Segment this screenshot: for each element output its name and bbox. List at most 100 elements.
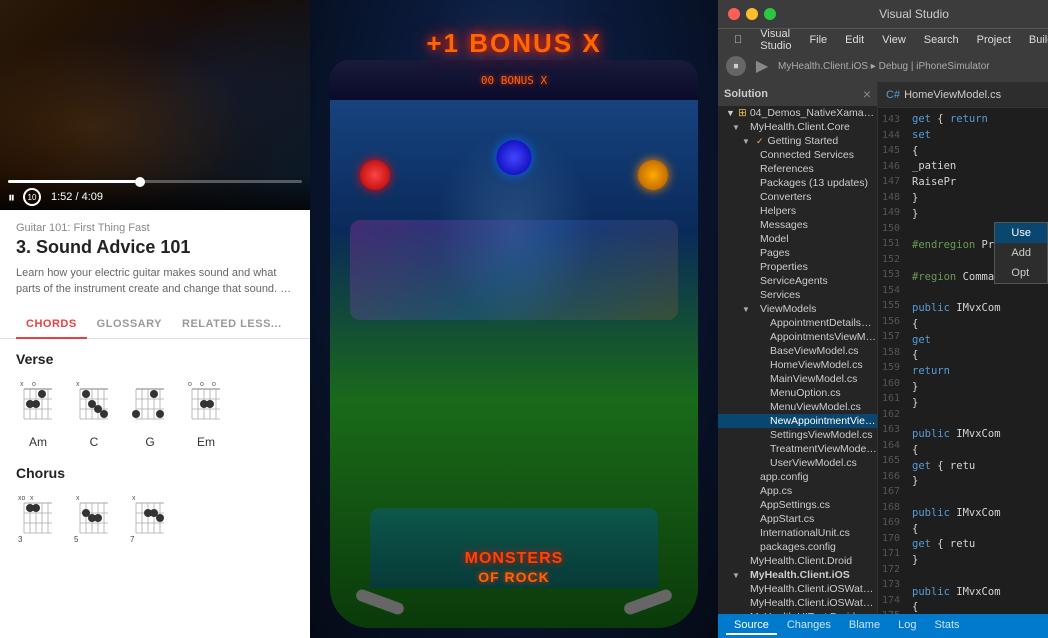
pinball-panel[interactable]: +1 BONUS X 00 BONUS X	[310, 0, 718, 638]
menu-view[interactable]: View	[874, 32, 914, 48]
tab-chords[interactable]: CHORDS	[16, 310, 87, 338]
tree-label: AppStart.cs	[760, 513, 814, 525]
tree-item[interactable]: ServiceAgents	[718, 274, 877, 288]
tree-label: InternationalUnit.cs	[760, 527, 850, 539]
bottom-tab-log[interactable]: Log	[890, 617, 924, 635]
chorus-chord-1[interactable]: xo x 3	[16, 491, 60, 545]
minimize-button[interactable]	[746, 8, 758, 20]
chord-am[interactable]: x o Am	[16, 377, 60, 449]
chord-g-label: G	[145, 435, 154, 449]
tree-item[interactable]: MenuOption.cs	[718, 386, 877, 400]
chorus-chord-2[interactable]: x 5	[72, 491, 116, 545]
tree-item[interactable]: ▼ViewModels	[718, 302, 877, 316]
chord-g[interactable]: G	[128, 377, 172, 449]
bottom-tab-blame[interactable]: Blame	[841, 617, 888, 635]
line-number: 147	[878, 174, 900, 190]
play-button[interactable]: ▶	[752, 56, 772, 76]
chevron-icon: ▼	[742, 137, 752, 146]
tree-root[interactable]: ▼⊞04_Demos_NativeXamarinApps (master)	[718, 106, 877, 120]
tree-item[interactable]: AppStart.cs	[718, 512, 877, 526]
bottom-tab-changes[interactable]: Changes	[779, 617, 839, 635]
menu-search[interactable]: Search	[916, 32, 967, 48]
pinball-background: +1 BONUS X 00 BONUS X	[310, 0, 718, 638]
tree-item[interactable]: UserViewModel.cs	[718, 456, 877, 470]
menu-file[interactable]: File	[801, 32, 835, 48]
ctx-add[interactable]: Add	[995, 243, 1047, 263]
pause-button[interactable]: ⏸	[8, 189, 15, 206]
tab-glossary[interactable]: GLOSSARY	[87, 310, 172, 338]
solution-tree[interactable]: ▼⊞04_Demos_NativeXamarinApps (master)▼My…	[718, 106, 877, 614]
tree-item[interactable]: References	[718, 162, 877, 176]
tree-item[interactable]: packages.config	[718, 540, 877, 554]
tree-item[interactable]: Connected Services	[718, 148, 877, 162]
menu-build[interactable]: Build	[1021, 32, 1048, 48]
progress-bar[interactable]	[8, 180, 302, 183]
tree-item[interactable]: Packages (13 updates)	[718, 176, 877, 190]
tree-item[interactable]: AppSettings.cs	[718, 498, 877, 512]
bottom-tab-stats[interactable]: Stats	[926, 617, 967, 635]
tree-label: ViewModels	[760, 303, 816, 315]
tree-item[interactable]: BaseViewModel.cs	[718, 344, 877, 358]
maximize-button[interactable]	[764, 8, 776, 20]
tree-item[interactable]: Helpers	[718, 204, 877, 218]
tree-item[interactable]: TreatmentViewModel.cs	[718, 442, 877, 456]
chord-em[interactable]: o o o Em	[184, 377, 228, 449]
tree-item[interactable]: ▼MyHealth.Client.iOS	[718, 568, 877, 582]
tree-item[interactable]: ▼✓Getting Started	[718, 134, 877, 148]
editor-tab[interactable]: C# HomeViewModel.cs	[878, 82, 1048, 108]
tree-item[interactable]: MenuViewModel.cs	[718, 400, 877, 414]
chorus-chord-3[interactable]: x 7	[128, 491, 172, 545]
tree-item[interactable]: Converters	[718, 190, 877, 204]
score-display: 00 BONUS X	[481, 74, 547, 87]
line-number: 171	[878, 546, 900, 562]
code-line: }	[912, 553, 1042, 569]
lesson-subtitle: Guitar 101: First Thing Fast	[16, 222, 294, 234]
bottom-tab-source[interactable]: Source	[726, 617, 777, 635]
close-button[interactable]	[728, 8, 740, 20]
code-line: public IMvxCom	[912, 506, 1042, 522]
game-name-2: OF ROCK	[330, 569, 698, 585]
tree-item[interactable]: SettingsViewModel.cs	[718, 428, 877, 442]
tree-label: Model	[760, 233, 789, 245]
lesson-title: 3. Sound Advice 101	[16, 237, 294, 259]
artwork-area	[350, 220, 678, 320]
tree-item[interactable]: MyHealth.Client.Droid	[718, 554, 877, 568]
skip-button[interactable]: 10	[23, 188, 41, 206]
tree-item[interactable]: AppointmentDetailsViewModel.cs	[718, 316, 877, 330]
tree-item[interactable]: MyHealth.Client.iOSWatchKitExtension	[718, 596, 877, 610]
tab-related[interactable]: RELATED LESS...	[172, 310, 292, 338]
tree-item[interactable]: MainViewModel.cs	[718, 372, 877, 386]
tree-item[interactable]: Properties	[718, 260, 877, 274]
ctx-opt[interactable]: Opt	[995, 263, 1047, 283]
menu-edit[interactable]: Edit	[837, 32, 872, 48]
tree-label: AppointmentsViewModel.cs	[770, 331, 877, 343]
tree-item[interactable]: HomeViewModel.cs	[718, 358, 877, 372]
chord-c-diagram: x	[72, 377, 116, 431]
transport-button[interactable]: ⏹	[726, 56, 746, 76]
progress-dot	[135, 177, 145, 187]
tree-item[interactable]: MyHealth.Client.iOSWatchKitApp	[718, 582, 877, 596]
verse-label: Verse	[16, 351, 294, 367]
svg-text:x: x	[132, 495, 136, 502]
menu-apple[interactable]: 	[726, 32, 750, 48]
tree-item[interactable]: InternationalUnit.cs	[718, 526, 877, 540]
ctx-use[interactable]: Use	[995, 223, 1047, 243]
chorus-chord-2-diagram: x 5	[72, 491, 116, 545]
chord-c[interactable]: x C	[72, 377, 116, 449]
tree-item[interactable]: ▼MyHealth.Client.Core	[718, 120, 877, 134]
solution-close-button[interactable]: ×	[863, 87, 871, 101]
code-text[interactable]: get { return set { _patien RaisePr } } #…	[906, 108, 1048, 614]
tree-item[interactable]: AppointmentsViewModel.cs	[718, 330, 877, 344]
tree-item[interactable]: Services	[718, 288, 877, 302]
tree-item[interactable]: Model	[718, 232, 877, 246]
tree-item[interactable]: app.config	[718, 470, 877, 484]
tree-item[interactable]: Pages	[718, 246, 877, 260]
menu-project[interactable]: Project	[969, 32, 1019, 48]
tree-item[interactable]: App.cs	[718, 484, 877, 498]
tree-item[interactable]: NewAppointmentViewModel.cs	[718, 414, 877, 428]
tree-label: SettingsViewModel.cs	[770, 429, 873, 441]
pinball-table: 00 BONUS X	[330, 60, 698, 628]
code-line: }	[912, 380, 1042, 396]
code-line: {	[912, 144, 1042, 160]
tree-item[interactable]: Messages	[718, 218, 877, 232]
